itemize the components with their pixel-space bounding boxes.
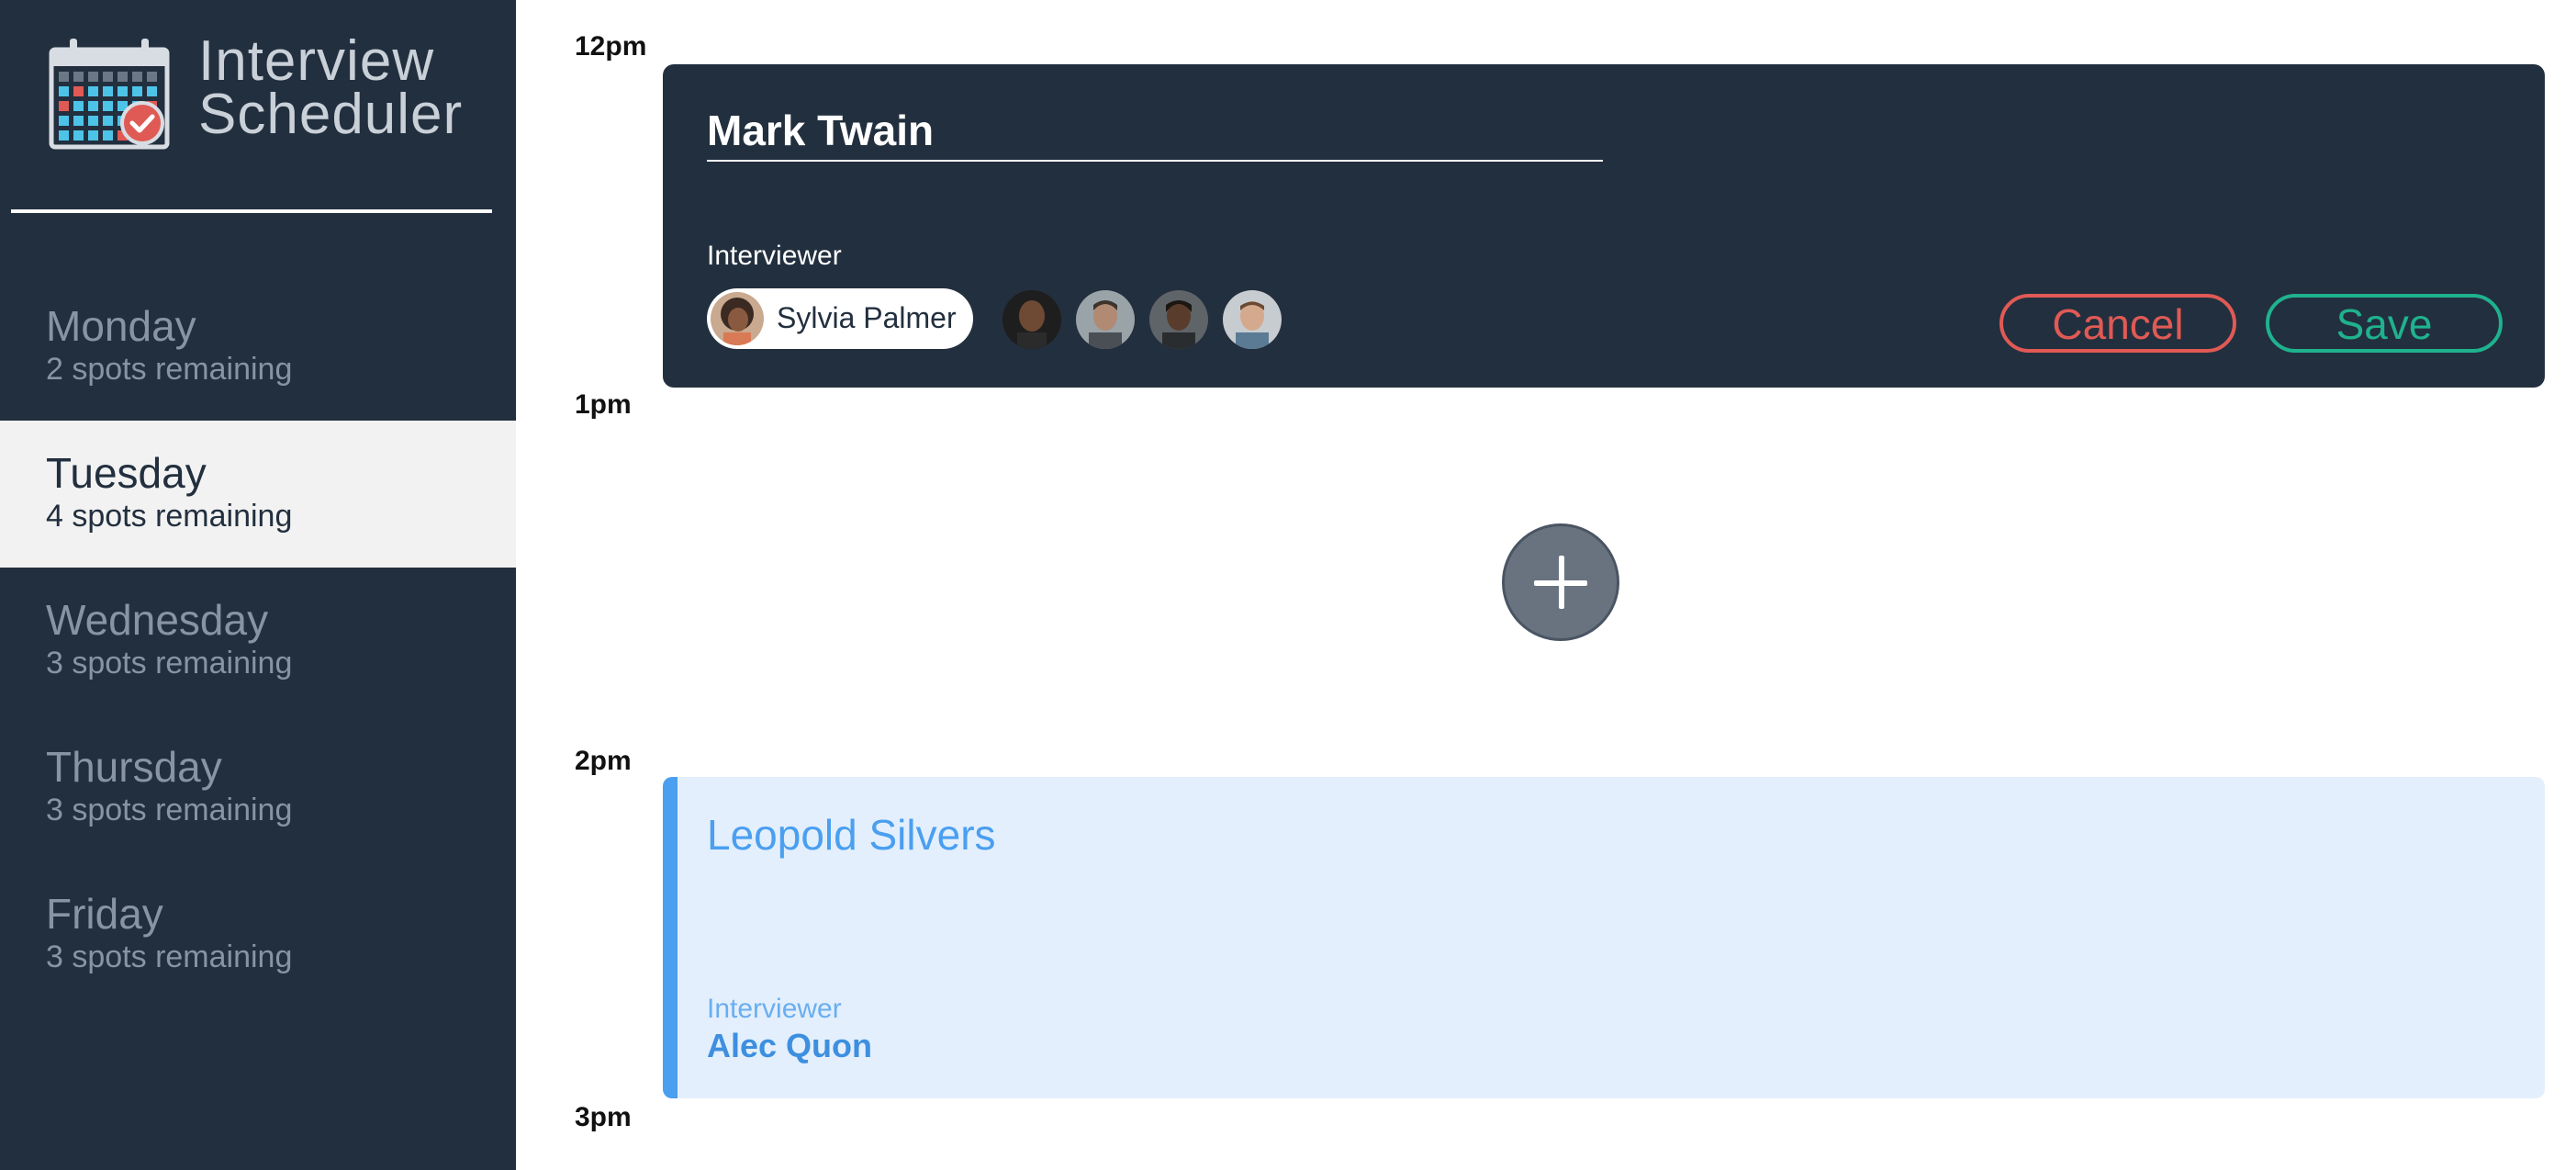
day-spots: 4 spots remaining bbox=[46, 499, 293, 534]
app-title: Interview Scheduler bbox=[198, 29, 464, 146]
interviewer-label: Interviewer bbox=[707, 241, 842, 271]
day-spots: 3 spots remaining bbox=[46, 646, 293, 681]
save-button[interactable]: Save bbox=[2266, 294, 2503, 353]
day-name: Thursday bbox=[46, 743, 222, 791]
day-name: Monday bbox=[46, 302, 196, 350]
day-name: Tuesday bbox=[46, 449, 207, 497]
interviewer-avatar-5[interactable] bbox=[1223, 290, 1282, 349]
day-item-tuesday[interactable]: Tuesday 4 spots remaining bbox=[0, 421, 516, 568]
day-name: Wednesday bbox=[46, 596, 269, 644]
time-label-3pm: 3pm bbox=[575, 1102, 632, 1132]
day-spots: 2 spots remaining bbox=[46, 352, 293, 387]
day-item-wednesday[interactable]: Wednesday 3 spots remaining bbox=[0, 568, 516, 714]
app-title-line1: Interview bbox=[198, 29, 435, 93]
appointment-interviewer-name: Alec Quon bbox=[707, 1027, 873, 1064]
interviewer-avatar-3[interactable] bbox=[1076, 290, 1135, 349]
calendar-logo-icon bbox=[48, 37, 171, 151]
interviewer-name: Sylvia Palmer bbox=[777, 301, 957, 334]
interviewer-avatar-4[interactable] bbox=[1149, 290, 1208, 349]
time-label-12pm: 12pm bbox=[575, 31, 647, 62]
day-spots: 3 spots remaining bbox=[46, 793, 293, 827]
appointment-accent-bar bbox=[663, 777, 678, 1098]
plus-icon bbox=[1534, 556, 1587, 609]
appointment-card[interactable]: Leopold Silvers Interviewer Alec Quon bbox=[663, 777, 2545, 1098]
day-item-friday[interactable]: Friday 3 spots remaining bbox=[0, 861, 516, 1008]
appointment-student: Leopold Silvers bbox=[707, 811, 996, 859]
day-name: Friday bbox=[46, 890, 163, 938]
sidebar-divider bbox=[11, 209, 492, 213]
day-list: Monday 2 spots remaining Tuesday 4 spots… bbox=[0, 274, 516, 1008]
student-name-input[interactable] bbox=[707, 101, 1603, 162]
app-title-line2: Scheduler bbox=[198, 83, 464, 146]
interviewer-item-selected[interactable]: Sylvia Palmer bbox=[707, 288, 973, 349]
time-label-2pm: 2pm bbox=[575, 746, 632, 776]
time-label-1pm: 1pm bbox=[575, 389, 632, 420]
add-appointment-button[interactable] bbox=[1502, 523, 1619, 641]
appointment-form: Interviewer Sylvia Palmer bbox=[663, 64, 2545, 388]
cancel-button[interactable]: Cancel bbox=[1999, 294, 2236, 353]
day-item-monday[interactable]: Monday 2 spots remaining bbox=[0, 274, 516, 421]
appointment-interviewer-label: Interviewer bbox=[707, 994, 842, 1024]
interviewer-avatar-2[interactable] bbox=[1002, 290, 1061, 349]
avatar bbox=[711, 292, 764, 345]
day-spots: 3 spots remaining bbox=[46, 939, 293, 974]
day-item-thursday[interactable]: Thursday 3 spots remaining bbox=[0, 714, 516, 861]
sidebar: Interview Scheduler Monday 2 spots remai… bbox=[0, 0, 516, 1170]
